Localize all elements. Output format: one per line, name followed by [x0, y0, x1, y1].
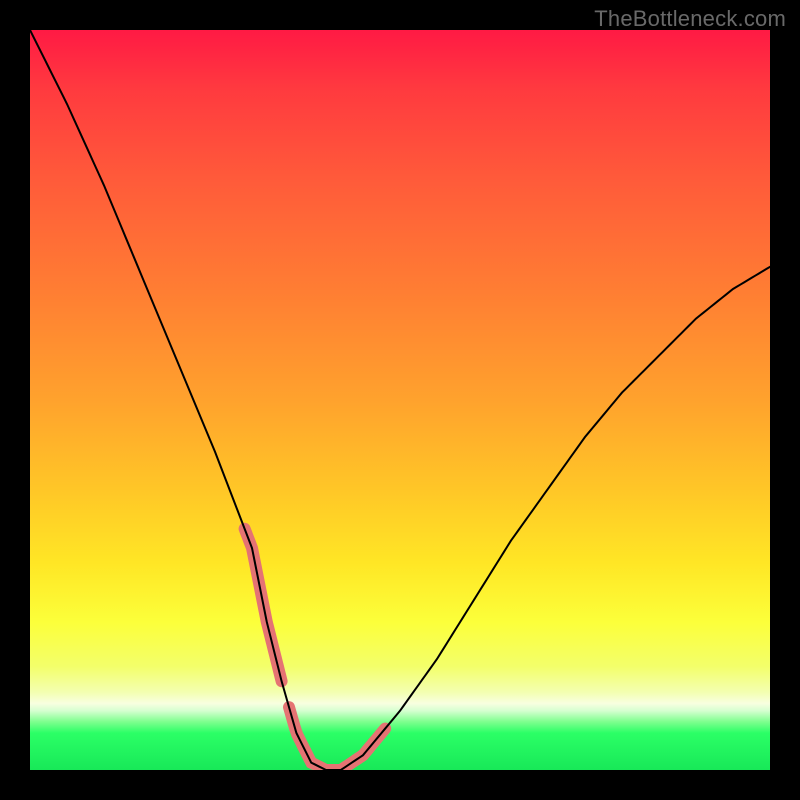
chart-frame: TheBottleneck.com — [0, 0, 800, 800]
bottleneck-curve — [30, 30, 770, 770]
curve-layer — [30, 30, 770, 770]
watermark-text: TheBottleneck.com — [594, 6, 786, 32]
plot-area — [30, 30, 770, 770]
